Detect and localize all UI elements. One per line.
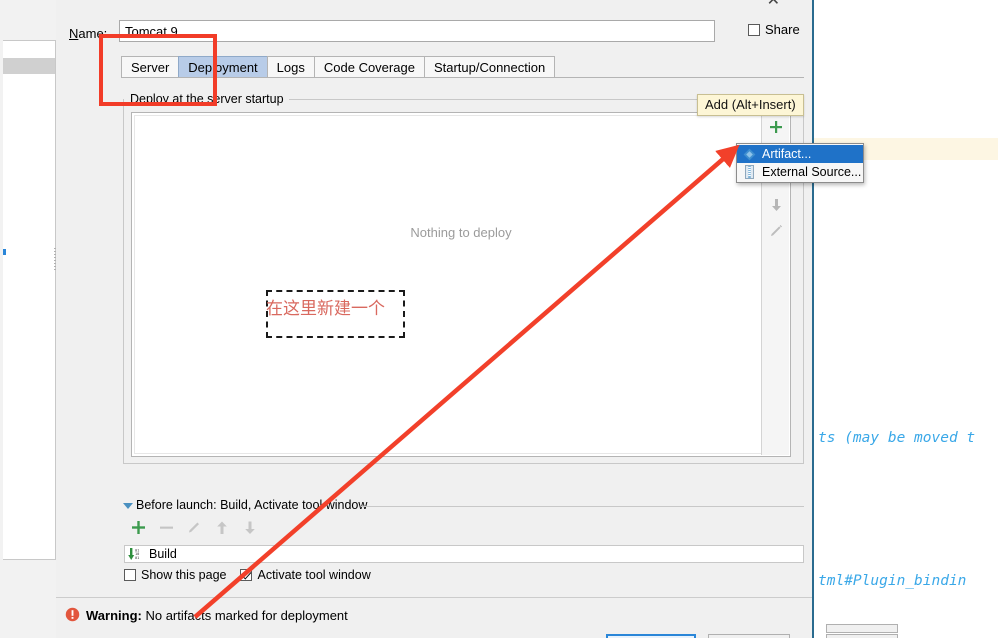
before-launch-line — [361, 506, 804, 507]
tab-code-coverage[interactable]: Code Coverage — [313, 56, 425, 78]
annotation-chinese-note: 在这里新建一个 — [266, 299, 385, 319]
menu-item-external-source[interactable]: External Source... — [737, 163, 863, 181]
before-launch-toolbar[interactable] — [124, 520, 814, 542]
build-icon: 01 10 01 — [128, 548, 139, 560]
add-tooltip: Add (Alt+Insert) — [697, 94, 804, 116]
annotation-highlight-box — [99, 34, 217, 106]
before-launch-move-up-button — [208, 520, 236, 542]
add-popup-menu[interactable]: Artifact... External Source... — [736, 143, 864, 183]
warning-prefix: Warning: — [86, 608, 142, 623]
before-launch-collapse-icon[interactable] — [123, 503, 133, 509]
pencil-icon — [771, 225, 782, 236]
show-this-page-box[interactable] — [124, 569, 136, 581]
background-tree-marker — [3, 249, 6, 255]
warning-text: Warning: No artifacts marked for deploym… — [86, 608, 348, 623]
activate-tool-window-box[interactable] — [240, 569, 253, 581]
warning-message: No artifacts marked for deployment — [145, 608, 348, 623]
external-source-icon — [741, 165, 757, 179]
minus-icon — [159, 526, 173, 529]
show-this-page-label: Show this page — [141, 568, 227, 582]
plus-icon — [770, 121, 782, 133]
before-launch-move-down-button — [236, 520, 264, 542]
before-launch-title: Before launch: Build, Activate tool wind… — [136, 498, 368, 512]
screenshot-root: ts (may be moved t tml#Plugin_bindin ✕ N… — [0, 0, 998, 638]
menu-item-external-source-label: External Source... — [762, 165, 862, 179]
menu-item-artifact[interactable]: Artifact... — [737, 145, 863, 163]
close-icon[interactable]: ✕ — [767, 0, 780, 9]
background-editor[interactable]: ts (may be moved t tml#Plugin_bindin — [812, 0, 998, 638]
move-down-button[interactable] — [762, 192, 790, 218]
apply-button[interactable] — [826, 634, 898, 638]
svg-text:01: 01 — [135, 556, 139, 560]
ok-button[interactable] — [606, 634, 696, 638]
deployment-empty-label: Nothing to deploy — [410, 225, 512, 240]
share-checkbox-box[interactable] — [748, 24, 760, 36]
help-button[interactable] — [826, 624, 898, 633]
background-left-panel — [0, 0, 58, 638]
artifact-diamond-icon — [741, 147, 757, 161]
name-label-mnemonic: N — [69, 26, 79, 41]
tab-logs[interactable]: Logs — [266, 56, 315, 78]
down-arrow-icon — [771, 199, 781, 211]
tab-underline — [121, 77, 804, 78]
cancel-button[interactable] — [708, 634, 790, 638]
before-launch-row[interactable]: 01 10 01 Build — [124, 545, 804, 563]
before-launch-remove-button — [152, 520, 180, 542]
background-project-tree[interactable] — [3, 40, 56, 560]
menu-item-artifact-label: Artifact... — [762, 147, 812, 161]
tab-startup-connection[interactable]: Startup/Connection — [423, 56, 556, 78]
before-launch-row-label: Build — [149, 547, 177, 561]
warning-icon — [65, 607, 80, 622]
before-launch-edit-button — [180, 520, 208, 542]
up-arrow-icon — [217, 521, 227, 534]
add-artifact-button[interactable] — [762, 114, 790, 140]
down-arrow-icon — [245, 521, 255, 534]
share-label: Share — [765, 22, 800, 37]
background-tree-selected-row[interactable] — [3, 58, 55, 74]
deployment-list-inner — [134, 115, 762, 454]
edit-artifact-button[interactable] — [762, 218, 790, 244]
background-code-line-1: ts (may be moved t — [818, 430, 976, 446]
activate-tool-window-checkbox[interactable]: Activate tool window — [240, 568, 384, 582]
deployment-list[interactable]: Nothing to deploy — [131, 112, 791, 457]
before-launch-add-button[interactable] — [124, 520, 152, 542]
share-checkbox[interactable]: Share — [748, 22, 818, 40]
background-code-line-2: tml#Plugin_bindin — [818, 573, 967, 589]
plus-icon — [131, 521, 145, 534]
show-this-page-checkbox[interactable]: Show this page — [124, 568, 240, 582]
before-launch-checkboxes: Show this page Activate tool window — [124, 568, 385, 582]
warning-bar: Warning: No artifacts marked for deploym… — [56, 598, 812, 638]
pencil-icon — [188, 522, 199, 533]
activate-tool-window-label: Activate tool window — [257, 568, 371, 582]
